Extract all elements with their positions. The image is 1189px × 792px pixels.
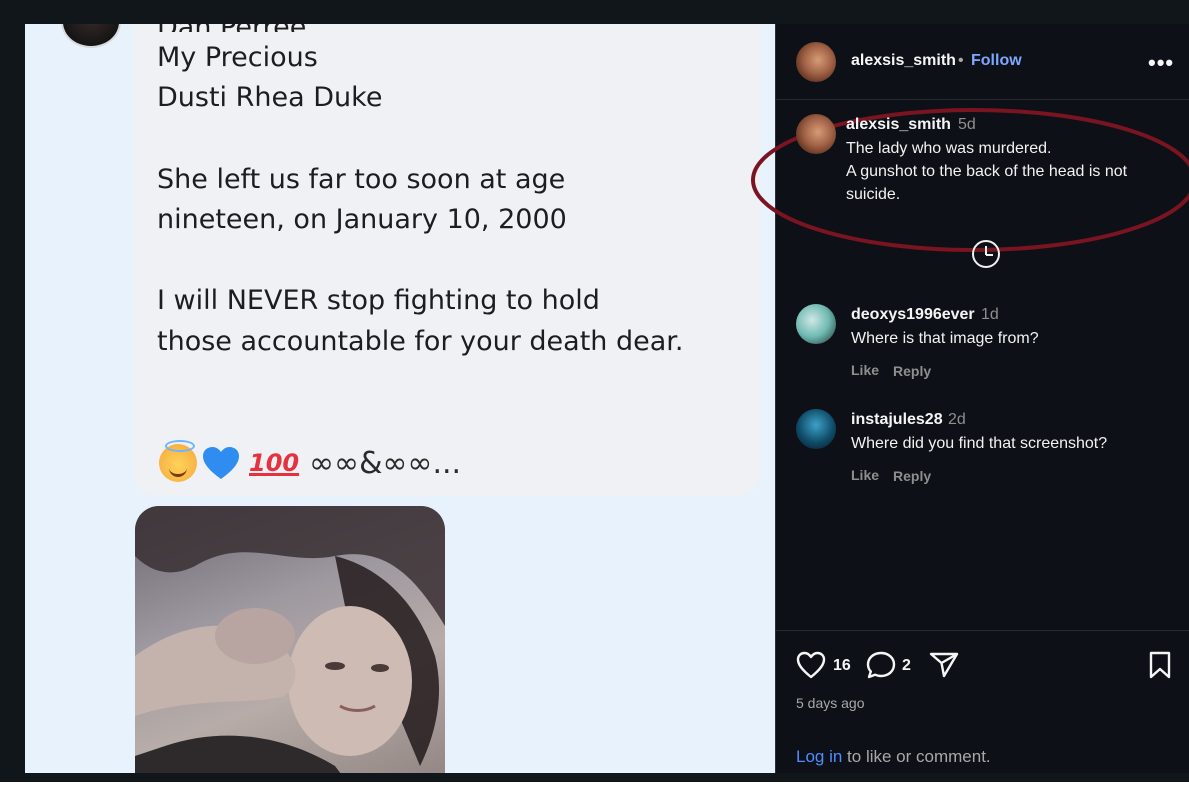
post-line-6: those accountable for your death dear.: [157, 326, 684, 357]
bookmark-icon[interactable]: [1148, 651, 1172, 679]
comment-time: 2d: [948, 411, 966, 428]
post-line-4: nineteen, on January 10, 2000: [157, 204, 567, 235]
bottom-strip: [0, 782, 1189, 792]
caption-username[interactable]: alexsis_smith: [846, 116, 951, 134]
emoji-row: 100 ∞∞&∞∞...: [159, 440, 462, 482]
heart-icon[interactable]: [796, 651, 826, 679]
reply-button[interactable]: Reply: [893, 468, 931, 484]
comment-text: Where is that image from?: [851, 330, 1039, 347]
post-line-1: My Precious: [157, 42, 318, 73]
portrait-photo: [135, 506, 445, 773]
posted-time: 5 days ago: [796, 695, 865, 711]
caption-line-1: The lady who was murdered.: [846, 140, 1052, 157]
login-prompt: Log in to like or comment.: [796, 747, 991, 767]
commenter-avatar[interactable]: [796, 304, 836, 344]
post-line-2: Dusti Rhea Duke: [157, 82, 383, 113]
like-comment-button[interactable]: Like: [851, 362, 879, 378]
actions-bar: 16 2 5 days ago Log in to like or commen…: [776, 630, 1189, 773]
caption-line-3: suicide.: [846, 186, 901, 203]
comment-username[interactable]: deoxys1996ever: [851, 306, 975, 324]
comment-username[interactable]: instajules28: [851, 411, 943, 429]
angel-emoji-icon: [159, 440, 197, 482]
more-options-icon[interactable]: •••: [1148, 50, 1174, 76]
comment-text: Where did you find that screenshot?: [851, 435, 1108, 452]
blue-heart-icon: [201, 445, 241, 481]
author-avatar[interactable]: [796, 42, 836, 82]
caption-time: 5d: [958, 116, 976, 133]
like-comment-button[interactable]: Like: [851, 467, 879, 483]
commenter-avatar[interactable]: [796, 409, 836, 449]
clock-icon: [972, 240, 1000, 268]
separator-dot: •: [958, 52, 964, 69]
share-icon[interactable]: [928, 651, 960, 679]
post-partial-name: Dan Perree: [157, 24, 306, 32]
follow-button[interactable]: Follow: [971, 52, 1022, 70]
post-line-5: I will NEVER stop fighting to hold: [157, 285, 600, 316]
caption-line-2: A gunshot to the back of the head is not: [846, 163, 1128, 180]
author-username[interactable]: alexsis_smith: [851, 52, 956, 70]
infinity-text: ∞∞&∞∞...: [309, 445, 462, 481]
post-line-3: She left us far too soon at age: [157, 164, 566, 195]
login-link[interactable]: Log in: [796, 747, 842, 766]
login-rest-text: to like or comment.: [842, 747, 991, 766]
comment-count: 2: [902, 657, 911, 674]
post-image[interactable]: Dan Perree My Precious Dusti Rhea Duke S…: [25, 24, 775, 773]
caption-avatar[interactable]: [796, 114, 836, 154]
screenshot-avatar: [61, 24, 121, 48]
comments-panel: alexsis_smith • Follow ••• alexsis_smith…: [751, 24, 1189, 773]
comment-icon[interactable]: [865, 650, 897, 680]
like-count: 16: [833, 657, 851, 674]
comment-time: 1d: [981, 306, 999, 323]
hundred-emoji-icon: 100: [249, 449, 300, 477]
reply-button[interactable]: Reply: [893, 363, 931, 379]
